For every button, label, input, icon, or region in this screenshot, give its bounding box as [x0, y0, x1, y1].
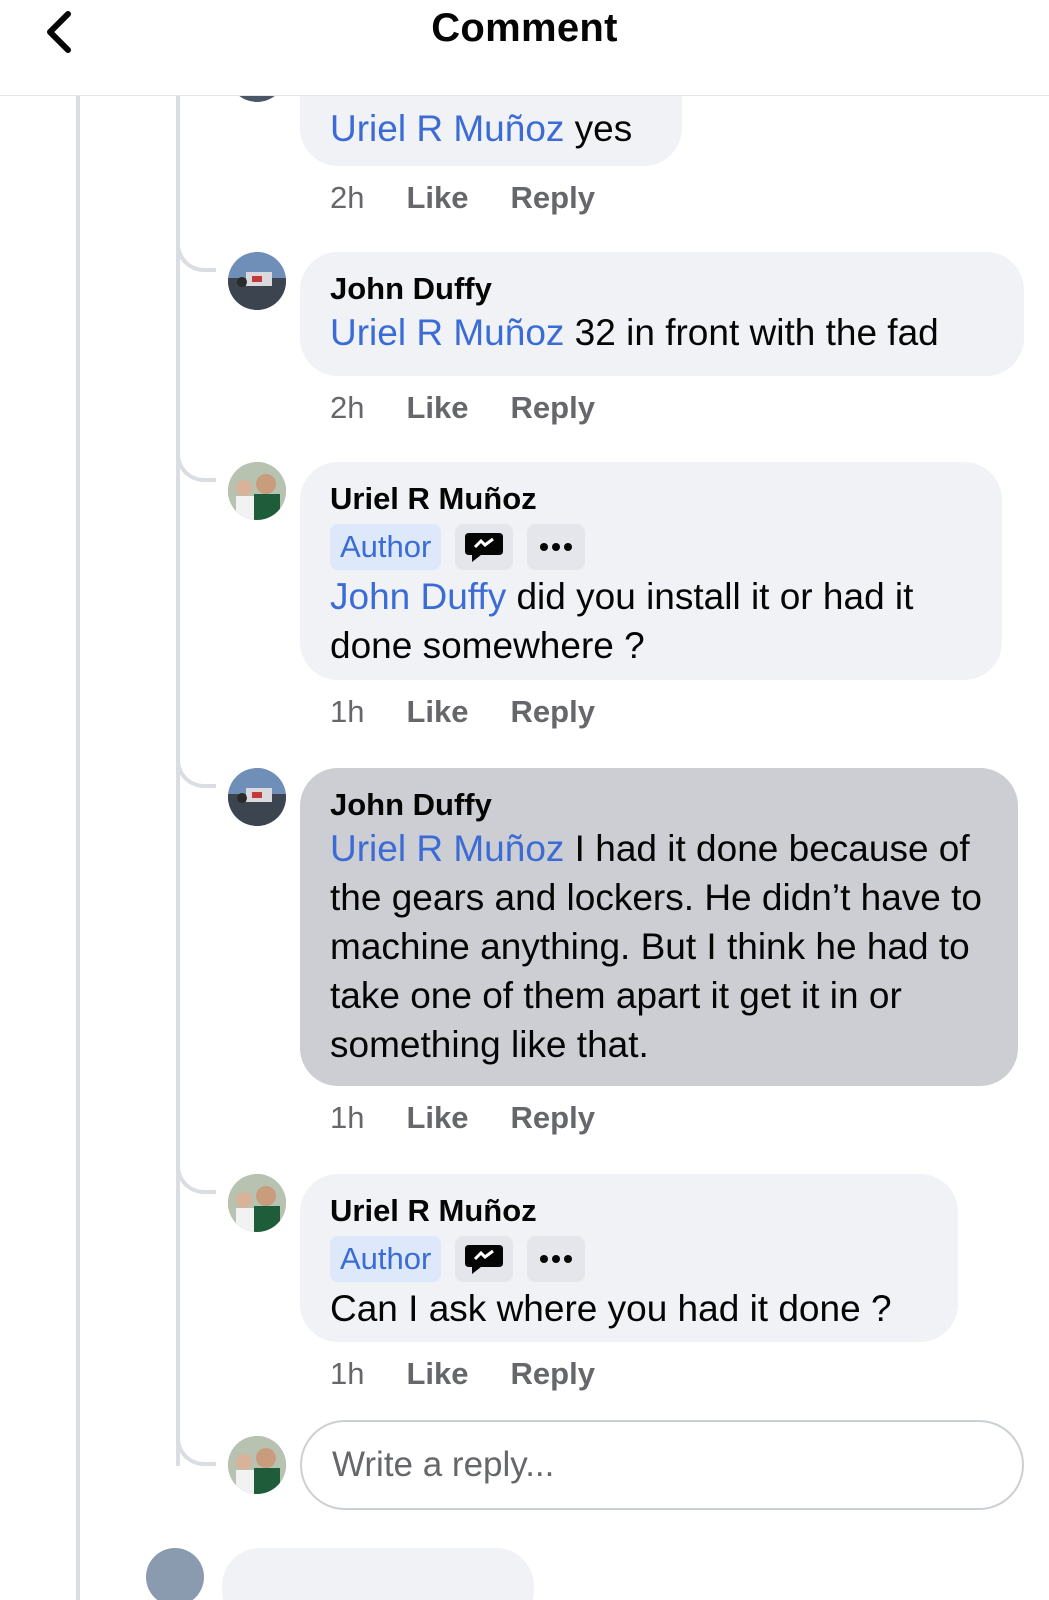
like-button[interactable]: Like: [406, 180, 468, 216]
mention-link[interactable]: Uriel R Muñoz: [330, 312, 564, 353]
avatar[interactable]: [228, 1174, 286, 1232]
comment-text: yes: [564, 108, 633, 149]
more-options-button[interactable]: [527, 524, 586, 570]
thread-line: [76, 96, 80, 1600]
thread-connector: [176, 238, 216, 272]
thread-connector: [176, 1160, 216, 1194]
badge-chat-button[interactable]: [455, 524, 514, 570]
comment-text: 32 in front with the fad: [564, 312, 939, 353]
reply-button[interactable]: Reply: [511, 390, 595, 426]
mention-link[interactable]: Uriel R Muñoz: [330, 108, 564, 149]
comment-actions: 2h Like Reply: [330, 388, 595, 428]
timestamp: 2h: [330, 180, 365, 215]
thread-connector: [176, 448, 216, 482]
reply-button[interactable]: Reply: [511, 694, 595, 730]
timestamp: 1h: [330, 1356, 365, 1391]
thread-connector: [176, 754, 216, 788]
like-button[interactable]: Like: [406, 694, 468, 730]
avatar[interactable]: [146, 1548, 204, 1600]
comment-text: Can I ask where you had it done ?: [330, 1288, 892, 1329]
comment-author[interactable]: Uriel R Muñoz: [330, 1192, 928, 1230]
reply-button[interactable]: Reply: [511, 1100, 595, 1136]
author-badge[interactable]: Author: [330, 1236, 442, 1282]
mention-link[interactable]: Uriel R Muñoz: [330, 828, 564, 869]
timestamp: 2h: [330, 390, 365, 425]
comment-actions: 1h Like Reply: [330, 1354, 595, 1394]
author-badge[interactable]: Author: [330, 524, 442, 570]
comment-author[interactable]: John Duffy: [330, 786, 988, 824]
comment-actions: 1h Like Reply: [330, 1098, 595, 1138]
badge-chat-button[interactable]: [455, 1236, 514, 1282]
comment-bubble: John Duffy Uriel R Muñoz 32 in front wit…: [300, 252, 1024, 376]
comment-bubble-highlighted: John Duffy Uriel R Muñoz I had it done b…: [300, 768, 1018, 1086]
reply-thread-line: [176, 96, 180, 1466]
more-options-button[interactable]: [527, 1236, 586, 1282]
page-title: Comment: [431, 6, 618, 50]
header-bar: Comment: [0, 0, 1049, 96]
more-dots-icon: [540, 1255, 573, 1263]
chat-bubble-icon: [465, 1245, 504, 1274]
reply-input[interactable]: [300, 1420, 1024, 1510]
comment-bubble: Uriel R Muñoz Author Can I ask where you…: [300, 1174, 958, 1342]
chat-bubble-icon: [465, 533, 504, 562]
like-button[interactable]: Like: [406, 390, 468, 426]
like-button[interactable]: Like: [406, 1356, 468, 1392]
reply-button[interactable]: Reply: [511, 1356, 595, 1392]
author-badges: Author: [330, 524, 972, 570]
comment-author[interactable]: John Duffy: [330, 270, 994, 308]
author-badges: Author: [330, 1236, 928, 1282]
thread-connector: [176, 1432, 216, 1466]
comment-author[interactable]: Uriel R Muñoz: [330, 480, 972, 518]
comment-bubble: Uriel R Muñoz Author John Duffy did you …: [300, 462, 1002, 680]
comment-bubble: [222, 1548, 534, 1600]
avatar[interactable]: [228, 768, 286, 826]
comment-actions: 2h Like Reply: [330, 178, 595, 218]
avatar[interactable]: [228, 462, 286, 520]
current-user-avatar: [228, 1436, 286, 1494]
avatar[interactable]: [228, 252, 286, 310]
like-button[interactable]: Like: [406, 1100, 468, 1136]
comment-actions: 1h Like Reply: [330, 692, 595, 732]
more-dots-icon: [540, 543, 573, 551]
mention-link[interactable]: John Duffy: [330, 576, 506, 617]
reply-button[interactable]: Reply: [511, 180, 595, 216]
timestamp: 1h: [330, 694, 365, 729]
timestamp: 1h: [330, 1100, 365, 1135]
